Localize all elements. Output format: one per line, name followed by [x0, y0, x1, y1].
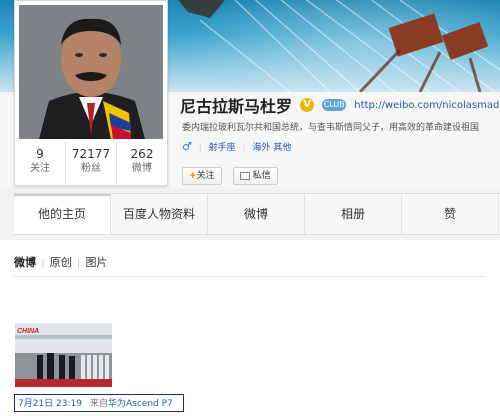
stat-value: 262: [130, 147, 154, 161]
filter-all[interactable]: 微博: [14, 256, 36, 269]
profile-actions: +关注 私信: [182, 163, 284, 185]
profile-bio: 委内瑞拉玻利瓦尔共和国总统，与查韦斯情同父子，用高效的革命建设祖国: [182, 123, 480, 133]
post-photo[interactable]: CHINA: [15, 323, 112, 387]
tab-likes[interactable]: 赞: [402, 194, 499, 234]
post-timestamp-row: 7月21日 23:19 来自华为Ascend P7: [14, 394, 184, 412]
stat-value: 9: [36, 147, 44, 161]
mail-icon: [239, 171, 250, 180]
plus-icon: +: [189, 171, 197, 181]
meta-divider: |: [198, 143, 202, 153]
stat-label: 微博: [132, 163, 152, 174]
profile-tabs: 他的主页 百度人物资料 微博 相册 赞: [14, 193, 500, 235]
filter-original[interactable]: 原创: [50, 256, 72, 269]
follow-button[interactable]: +关注: [182, 167, 222, 185]
stat-label: 粉丝: [81, 163, 101, 174]
stat-label: 关注: [30, 163, 50, 174]
location-link[interactable]: 海外 其他: [252, 143, 291, 153]
stat-followers[interactable]: 72177 粉丝: [66, 142, 117, 184]
filter-divider: |: [76, 256, 81, 269]
post-source-prefix: 来自: [89, 399, 108, 409]
filter-pictures[interactable]: 图片: [85, 256, 107, 269]
verified-icon[interactable]: V: [300, 98, 315, 112]
follow-label: 关注: [196, 171, 215, 181]
post-time-link[interactable]: 7月21日 23:19: [18, 399, 82, 409]
profile-url-link[interactable]: http://weibo.com/nicolasmaduro: [354, 100, 500, 111]
profile-meta: ♂ | 射手座 | 海外 其他: [182, 140, 291, 153]
stat-posts[interactable]: 262 微博: [117, 142, 167, 184]
male-icon: ♂: [182, 140, 192, 153]
avatar[interactable]: [19, 5, 163, 139]
tab-baidu-profile[interactable]: 百度人物资料: [111, 194, 208, 234]
message-button[interactable]: 私信: [232, 167, 278, 185]
message-label: 私信: [252, 171, 271, 181]
avatar-card: 9 关注 72177 粉丝 262 微博: [14, 0, 168, 186]
club-badge-icon[interactable]: CLUB: [322, 99, 347, 111]
tab-album[interactable]: 相册: [305, 194, 402, 234]
zodiac-link[interactable]: 射手座: [209, 143, 236, 153]
stat-following[interactable]: 9 关注: [15, 142, 66, 184]
filter-divider: |: [41, 256, 45, 269]
feed-filter: 微博 | 原创 | 图片: [14, 254, 107, 270]
profile-name: 尼古拉斯马杜罗: [180, 97, 293, 116]
stat-value: 72177: [71, 147, 111, 161]
post-source-link[interactable]: 华为Ascend P7: [108, 399, 173, 409]
divider: [14, 276, 486, 277]
feed-panel: 微博 | 原创 | 图片 CHINA 7月21日 23:19 来自华为Ascend P7: [0, 240, 500, 416]
tab-weibo[interactable]: 微博: [208, 194, 305, 234]
tab-home[interactable]: 他的主页: [14, 194, 111, 234]
meta-divider: |: [242, 143, 246, 153]
post-photo-image: CHINA: [15, 323, 112, 387]
profile-name-row: 尼古拉斯马杜罗 V CLUB http://weibo.com/nicolasm…: [180, 93, 500, 116]
avatar-portrait: [19, 5, 163, 139]
profile-stats: 9 关注 72177 粉丝 262 微博: [15, 142, 167, 184]
photo-caption: CHINA: [17, 328, 39, 335]
